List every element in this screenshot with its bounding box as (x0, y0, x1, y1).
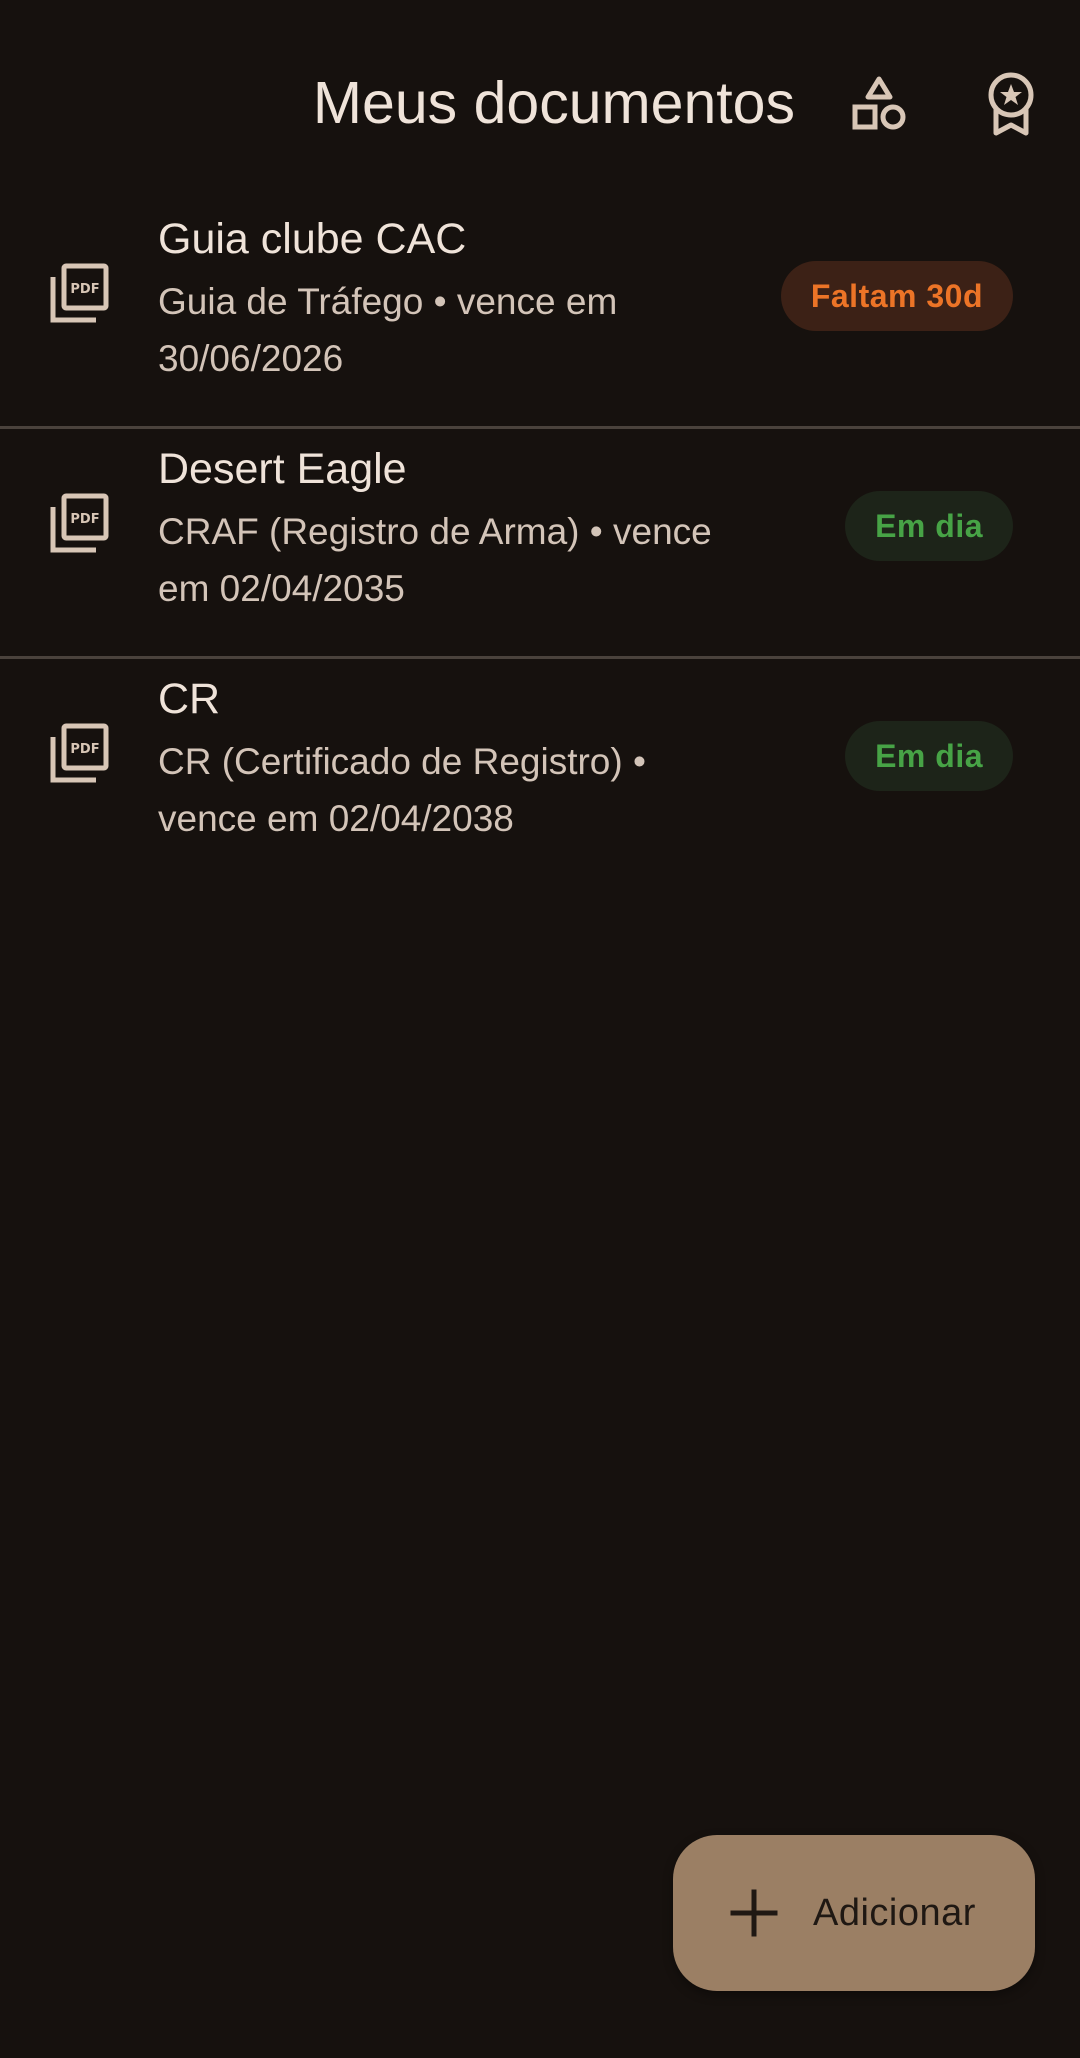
document-title: Guia clube CAC (158, 215, 467, 263)
award-icon (988, 72, 1034, 136)
status-badge: Em dia (845, 721, 1013, 791)
document-due-date: em 02/04/2035 (158, 568, 405, 609)
app-root: Meus documentos PDF Guia clube CAC Guia … (0, 0, 1080, 2058)
document-type-due: CRAF (Registro de Arma) • vence (158, 511, 712, 552)
categories-button[interactable] (846, 71, 912, 137)
document-subtitle: Guia de Tráfego • vence em 30/06/2026 (158, 273, 718, 387)
document-type-due: Guia de Tráfego • vence em (158, 281, 618, 322)
document-title: CR (158, 675, 221, 723)
page-title: Meus documentos (312, 70, 795, 136)
plus-icon (730, 1889, 778, 1937)
document-subtitle: CRAF (Registro de Arma) • vence em 02/04… (158, 503, 718, 617)
svg-text:PDF: PDF (70, 512, 99, 527)
documents-list: PDF Guia clube CAC Guia de Tráfego • ven… (0, 199, 1080, 886)
pdf-icon: PDF (50, 723, 109, 783)
status-badge: Faltam 30d (780, 261, 1013, 331)
document-row[interactable]: PDF Desert Eagle CRAF (Registro de Arma)… (0, 429, 1080, 659)
document-type-due: CR (Certificado de Registro) • (158, 741, 646, 782)
add-document-button[interactable]: Adicionar (673, 1835, 1035, 1991)
document-title: Desert Eagle (158, 445, 407, 493)
top-app-bar: Meus documentos (0, 0, 1080, 210)
add-button-label: Adicionar (813, 1891, 976, 1934)
pdf-icon: PDF (50, 263, 109, 323)
svg-text:PDF: PDF (70, 282, 99, 297)
shapes-icon (852, 76, 906, 130)
document-row[interactable]: PDF Guia clube CAC Guia de Tráfego • ven… (0, 199, 1080, 429)
svg-text:PDF: PDF (70, 742, 99, 757)
document-due-date: 30/06/2026 (158, 338, 344, 379)
document-due-date: vence em 02/04/2038 (158, 798, 514, 839)
document-row[interactable]: PDF CR CR (Certificado de Registro) • ve… (0, 659, 1080, 886)
pdf-icon: PDF (50, 493, 109, 553)
status-badge: Em dia (845, 491, 1013, 561)
achievements-button[interactable] (978, 71, 1044, 137)
document-subtitle: CR (Certificado de Registro) • vence em … (158, 733, 718, 847)
